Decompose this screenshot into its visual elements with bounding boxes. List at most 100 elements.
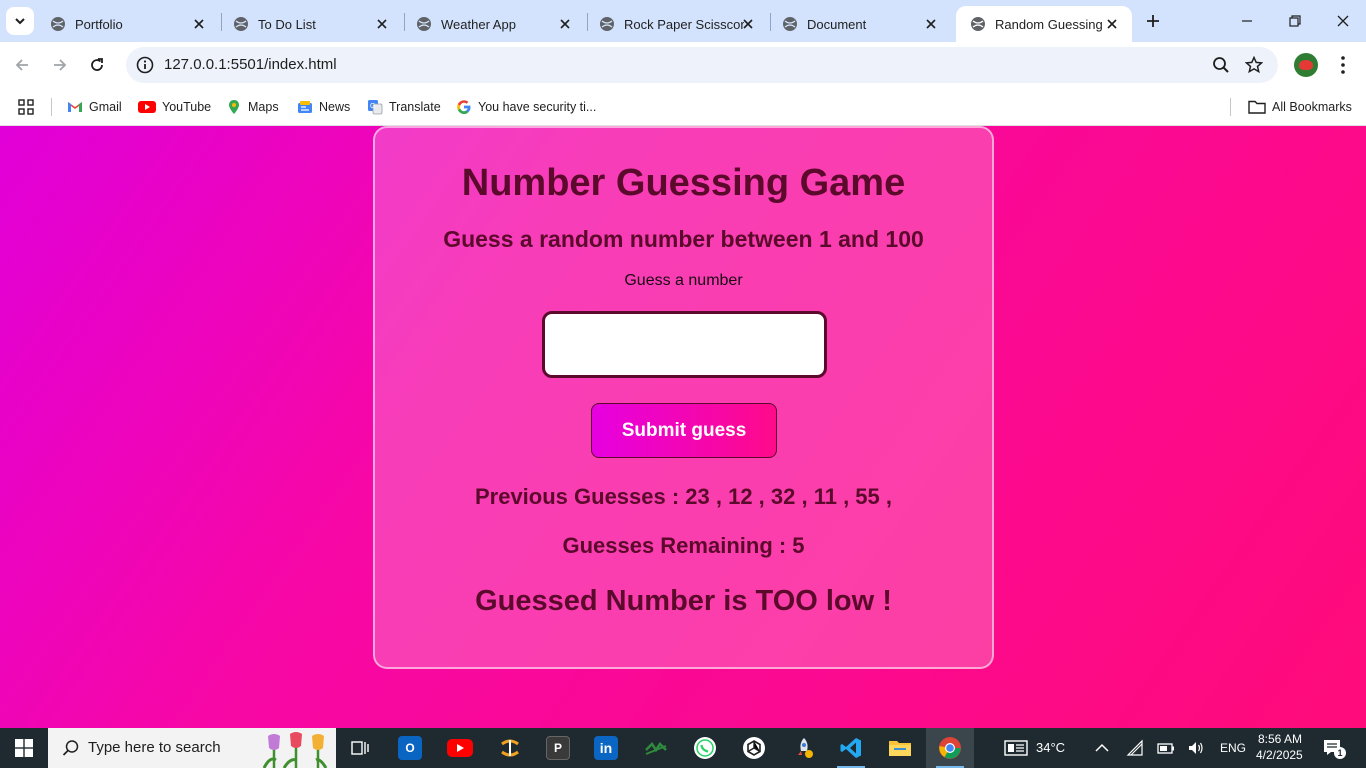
taskbar-vscode[interactable] <box>827 728 875 768</box>
weather-temperature[interactable]: 34°C <box>1036 740 1065 755</box>
arrow-left-icon <box>15 59 28 71</box>
taskbar-whatsapp[interactable] <box>681 728 729 768</box>
zoom-icon[interactable] <box>1212 56 1230 74</box>
close-icon[interactable] <box>740 16 756 32</box>
url-text[interactable]: 127.0.0.1:5501/index.html <box>164 56 337 73</box>
restore-button[interactable] <box>1282 8 1308 34</box>
minimize-button[interactable] <box>1234 8 1260 34</box>
chatgpt-icon <box>743 737 765 759</box>
globe-icon <box>417 17 431 31</box>
more-menu-icon[interactable] <box>1334 54 1352 76</box>
bookmark-label: Maps <box>248 100 279 114</box>
taskbar-file-explorer[interactable] <box>876 728 924 768</box>
folder-icon <box>1248 100 1266 114</box>
weather-widget-icon[interactable] <box>1004 740 1028 756</box>
start-button[interactable] <box>0 728 48 768</box>
close-icon[interactable] <box>374 16 390 32</box>
bookmark-gmail[interactable]: Gmail <box>67 97 122 117</box>
task-view-icon <box>351 741 369 755</box>
star-icon[interactable] <box>1245 56 1263 74</box>
volume-icon[interactable] <box>1187 739 1205 757</box>
close-icon[interactable] <box>1104 16 1120 32</box>
restore-icon <box>1289 15 1301 27</box>
close-icon[interactable] <box>557 16 573 32</box>
bookmark-news[interactable]: News <box>297 97 350 117</box>
taskbar-linkedin[interactable]: in <box>582 728 630 768</box>
network-icon[interactable] <box>1126 739 1144 757</box>
bookmark-label: Translate <box>389 100 441 114</box>
whatsapp-icon <box>694 737 716 759</box>
battery-icon[interactable] <box>1157 739 1175 757</box>
taskbar-chrome[interactable] <box>926 728 974 768</box>
new-tab-button[interactable] <box>1142 10 1164 32</box>
game-title: Number Guessing Game <box>461 162 906 204</box>
taskbar-outlook[interactable]: O <box>386 728 434 768</box>
taskbar-app-p[interactable]: P <box>534 728 582 768</box>
taskbar-app-swirl[interactable] <box>486 728 534 768</box>
gmail-icon <box>68 102 82 112</box>
reload-button[interactable] <box>83 51 111 79</box>
bookmark-divider <box>1230 98 1231 116</box>
taskbar-chatgpt[interactable] <box>730 728 778 768</box>
youtube-icon <box>447 739 473 757</box>
tab-weather-app[interactable]: Weather App <box>402 6 585 42</box>
tab-title: Weather App <box>441 16 516 32</box>
close-window-button[interactable] <box>1330 8 1356 34</box>
tab-search-button[interactable] <box>6 7 34 35</box>
tab-random-guessing[interactable]: Random Guessing N <box>956 6 1132 42</box>
chrome-icon <box>939 737 961 759</box>
input-language[interactable]: ENG <box>1220 741 1246 755</box>
search-icon <box>62 740 79 756</box>
bookmark-security-tips[interactable]: You have security ti... <box>456 97 596 117</box>
tab-title: Random Guessing N <box>995 16 1103 32</box>
bookmark-label: You have security ti... <box>478 100 597 114</box>
page-viewport: Number Guessing Game Guess a random numb… <box>0 126 1366 728</box>
search-placeholder: Type here to search <box>88 739 221 756</box>
tab-rock-paper-scissors[interactable]: Rock Paper Scisscor <box>585 6 768 42</box>
tab-to-do-list[interactable]: To Do List <box>219 6 402 42</box>
vscode-icon <box>840 738 861 758</box>
taskbar-search[interactable]: Type here to search <box>48 728 336 768</box>
apps-button[interactable] <box>18 97 40 117</box>
task-view-button[interactable] <box>336 728 384 768</box>
bookmark-translate[interactable]: G Translate <box>367 97 441 117</box>
tab-title: Document <box>807 16 867 32</box>
bookmark-youtube[interactable]: YouTube <box>138 97 211 117</box>
taskbar-app-green[interactable] <box>632 728 680 768</box>
address-bar[interactable]: 127.0.0.1:5501/index.html <box>126 47 1278 83</box>
map-pin-icon <box>229 100 239 114</box>
submit-guess-button[interactable]: Submit guess <box>591 403 777 458</box>
chevron-up-icon[interactable] <box>1093 739 1111 757</box>
folder-icon <box>889 741 911 756</box>
close-icon[interactable] <box>923 16 939 32</box>
bookmark-maps[interactable]: Maps <box>226 97 279 117</box>
tulips-icon <box>262 732 328 768</box>
notification-center-button[interactable]: 1 <box>1322 738 1346 759</box>
tab-portfolio[interactable]: Portfolio <box>36 6 219 42</box>
tab-document[interactable]: Document <box>768 6 951 42</box>
guess-input[interactable] <box>542 311 827 378</box>
info-icon[interactable] <box>136 56 154 74</box>
bookmarks-bar: Gmail YouTube Maps News G Translate You … <box>0 88 1366 126</box>
globe-icon <box>783 17 797 31</box>
all-bookmarks-button[interactable]: All Bookmarks <box>1248 97 1352 117</box>
app-p-icon: P <box>546 736 570 760</box>
google-icon <box>457 100 471 114</box>
close-icon[interactable] <box>191 16 207 32</box>
translate-icon: G <box>368 100 383 115</box>
taskbar-rocket-app[interactable] <box>780 728 828 768</box>
taskbar-youtube[interactable] <box>436 728 484 768</box>
globe-icon <box>51 17 65 31</box>
clock-date[interactable]: 4/2/2025 <box>1256 748 1303 762</box>
clock-time[interactable]: 8:56 AM <box>1258 732 1302 746</box>
bookmark-label: News <box>319 100 351 114</box>
previous-guesses: Previous Guesses : 23 , 12 , 32 , 11 , 5… <box>474 484 893 509</box>
forward-button[interactable] <box>46 51 74 79</box>
game-subtitle: Guess a random number between 1 and 100 <box>443 226 924 252</box>
linkedin-icon: in <box>594 736 618 760</box>
plus-icon <box>1147 15 1159 27</box>
game-card: Number Guessing Game Guess a random numb… <box>373 126 994 669</box>
arrow-right-icon <box>54 59 67 71</box>
profile-avatar[interactable] <box>1294 53 1318 77</box>
back-button[interactable] <box>8 51 36 79</box>
